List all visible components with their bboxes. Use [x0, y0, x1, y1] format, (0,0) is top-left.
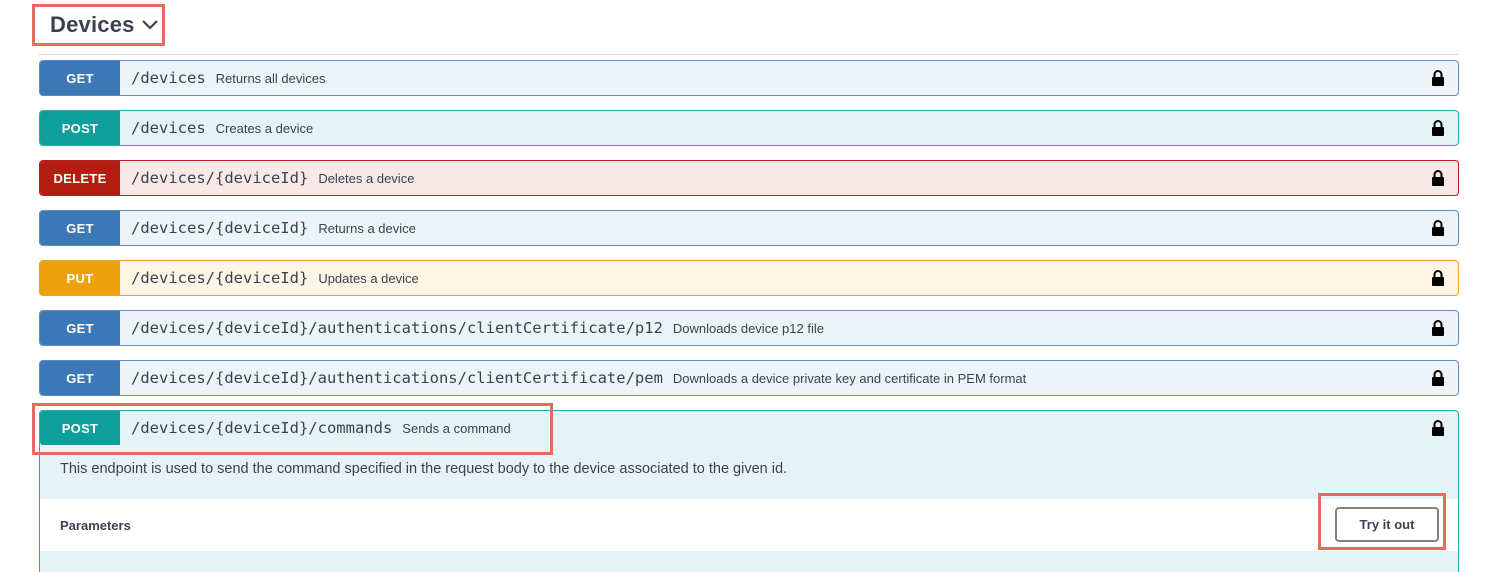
operation-path: /devices/{deviceId}/authentications/clie… [131, 319, 663, 337]
method-badge: POST [40, 111, 120, 145]
operation-path: /devices/{deviceId} [131, 269, 309, 287]
operation-summary: Deletes a device [318, 170, 415, 186]
lock-icon[interactable] [1431, 419, 1445, 437]
lock-icon[interactable] [1431, 69, 1445, 87]
operation-summary: Returns a device [318, 220, 416, 236]
operation-delete-device[interactable]: DELETE /devices/{deviceId} Deletes a dev… [39, 160, 1459, 196]
operation-path: /devices/{deviceId}/authentications/clie… [131, 369, 663, 387]
operation-post-devices[interactable]: POST /devices Creates a device [39, 110, 1459, 146]
parameters-header: Parameters [40, 499, 1458, 551]
operation-summary: Returns all devices [215, 70, 326, 86]
operation-get-devices[interactable]: GET /devices Returns all devices [39, 60, 1459, 96]
operation-description: This endpoint is used to send the comman… [60, 461, 788, 477]
operation-get-device[interactable]: GET /devices/{deviceId} Returns a device [39, 210, 1459, 246]
method-badge: DELETE [40, 161, 120, 195]
lock-icon[interactable] [1431, 169, 1445, 187]
operation-path: /devices [131, 69, 206, 87]
operation-path: /devices [131, 119, 206, 137]
section-divider [39, 54, 1459, 55]
try-it-out-button[interactable]: Try it out [1335, 507, 1439, 542]
operation-get-device-pem[interactable]: GET /devices/{deviceId}/authentications/… [39, 360, 1459, 396]
highlight-box [32, 403, 553, 455]
method-badge: PUT [40, 261, 120, 295]
method-badge: GET [40, 361, 120, 395]
operation-get-device-p12[interactable]: GET /devices/{deviceId}/authentications/… [39, 310, 1459, 346]
section-title: Devices [50, 12, 135, 37]
operation-path: /devices/{deviceId} [131, 219, 309, 237]
chevron-down-icon [141, 20, 158, 30]
operation-summary: Downloads a device private key and certi… [672, 370, 1027, 386]
operation-summary: Downloads device p12 file [672, 320, 824, 336]
lock-icon[interactable] [1431, 269, 1445, 287]
lock-icon[interactable] [1431, 369, 1445, 387]
method-badge: GET [40, 311, 120, 345]
operation-put-device[interactable]: PUT /devices/{deviceId} Updates a device [39, 260, 1459, 296]
lock-icon[interactable] [1431, 219, 1445, 237]
operation-path: /devices/{deviceId} [131, 169, 309, 187]
lock-icon[interactable] [1431, 319, 1445, 337]
operation-summary: Creates a device [215, 120, 314, 136]
method-badge: GET [40, 61, 120, 95]
operation-summary: Updates a device [318, 270, 419, 286]
section-devices-toggle[interactable]: Devices [32, 4, 165, 46]
parameters-label: Parameters [60, 517, 131, 533]
lock-icon[interactable] [1431, 119, 1445, 137]
method-badge: GET [40, 211, 120, 245]
